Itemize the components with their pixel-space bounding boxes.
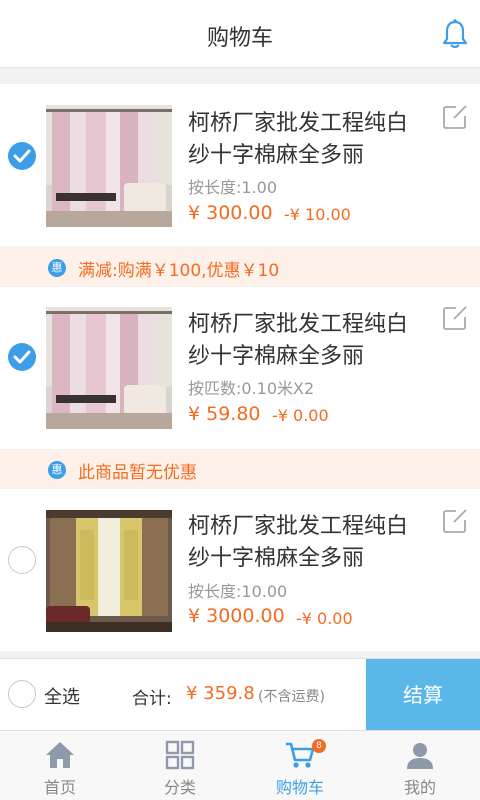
tab-profile[interactable]: 我的 [360,731,480,800]
product-title[interactable]: 柯桥厂家批发工程纯白纱十字棉麻全多丽 [188,108,428,172]
cart-item: 柯桥厂家批发工程纯白纱十字棉麻全多丽 按匹数:0.10米X2 ¥ 59.80 -… [0,287,480,449]
product-title[interactable]: 柯桥厂家批发工程纯白纱十字棉麻全多丽 [188,309,428,373]
promo-text: 满减:购满￥100,优惠￥10 [78,261,280,281]
tab-cart-label: 购物车 [275,778,324,797]
tab-cart[interactable]: 购物车 [240,731,360,800]
home-icon [46,742,74,768]
item-checkbox[interactable] [8,546,36,574]
item-checkbox[interactable] [8,142,36,170]
total-value: ¥ 359.8 [186,683,255,704]
cart-badge: 8 [312,739,326,753]
page-title: 购物车 [206,26,273,51]
promo-banner: 惠 满减:购满￥100,优惠￥10 [0,248,480,286]
tab-profile-label: 我的 [403,778,436,797]
product-discount: -¥ 0.00 [296,609,353,628]
product-thumbnail[interactable] [46,105,172,227]
cart-item: 柯桥厂家批发工程纯白纱十字棉麻全多丽 按长度:1.00 ¥ 300.00 -¥ … [0,84,480,246]
item-checkbox[interactable] [8,343,36,371]
discount-icon: 惠 [48,259,66,277]
product-price: ¥ 59.80 [188,403,261,425]
checkout-button[interactable]: 结算 [366,659,480,731]
edit-icon[interactable] [442,104,468,130]
product-price: ¥ 3000.00 [188,605,285,627]
promo-text: 此商品暂无优惠 [78,463,197,483]
user-icon [407,743,433,769]
product-spec: 按长度:1.00 [188,178,278,197]
product-thumbnail[interactable] [46,510,172,632]
tab-category-label: 分类 [163,778,196,797]
checkout-bar: 全选 合计: ¥ 359.8 (不含运费) 结算 [0,658,480,731]
product-thumbnail[interactable] [46,307,172,429]
product-title[interactable]: 柯桥厂家批发工程纯白纱十字棉麻全多丽 [188,511,428,575]
shipping-note: (不含运费) [258,689,325,705]
bottom-tab-bar: 首页 分类 购物车 8 我的 [0,730,480,800]
promo-banner: 惠 此商品暂无优惠 [0,450,480,488]
product-spec: 按长度:10.00 [188,582,288,601]
cart-item: 柯桥厂家批发工程纯白纱十字棉麻全多丽 按长度:10.00 ¥ 3000.00 -… [0,489,480,651]
product-price: ¥ 300.00 [188,202,273,224]
product-spec: 按匹数:0.10米X2 [188,379,315,398]
edit-icon[interactable] [442,508,468,534]
grid-icon [165,740,195,770]
discount-icon: 惠 [48,461,66,479]
tab-category[interactable]: 分类 [120,731,240,800]
edit-icon[interactable] [442,305,468,331]
product-discount: -¥ 10.00 [284,205,351,224]
tab-home[interactable]: 首页 [0,731,120,800]
select-all-checkbox[interactable] [8,680,36,708]
select-all-label[interactable]: 全选 [44,683,80,709]
tab-home-label: 首页 [43,778,76,797]
bell-icon[interactable] [440,18,470,50]
product-discount: -¥ 0.00 [272,406,329,425]
total-label: 合计: [132,689,172,709]
top-bar: 购物车 [0,0,480,68]
